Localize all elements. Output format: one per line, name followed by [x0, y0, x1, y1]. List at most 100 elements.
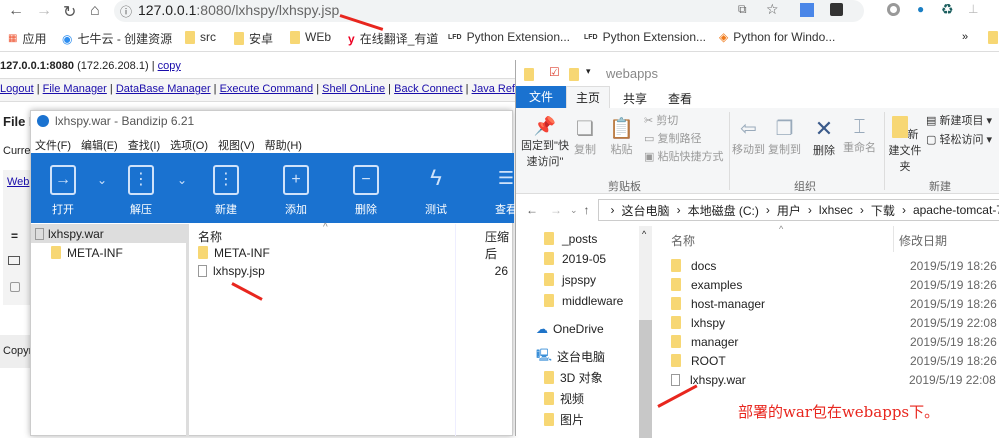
back-icon[interactable]: ←	[526, 203, 538, 217]
bookmark-web[interactable]: WEb	[290, 30, 331, 44]
archive-row[interactable]: META-INF	[198, 243, 508, 262]
file-row[interactable]: lxhspy.war 2019/5/19 22:08	[671, 370, 999, 389]
archive-row[interactable]: lxhspy.jsp 26	[198, 261, 508, 280]
crumb[interactable]: apache-tomcat-7	[913, 203, 999, 217]
new-folder-button[interactable]: 新建文件夹	[888, 116, 922, 174]
google-translate-icon[interactable]	[800, 3, 814, 17]
extension-x-icon[interactable]	[830, 3, 843, 16]
nav-item[interactable]: 图片	[544, 410, 584, 429]
menu-view[interactable]: 视图(V)	[218, 137, 255, 153]
nav-item[interactable]: 2019-05	[544, 249, 606, 268]
tab-home[interactable]: 主页	[566, 86, 610, 110]
crumb[interactable]: lxhsec	[819, 203, 853, 217]
file-row[interactable]: ROOT 2019/5/19 18:26	[671, 351, 999, 370]
move-to-button[interactable]: ⇦ 移动到	[732, 116, 765, 157]
translate-icon[interactable]: ⧉	[738, 2, 747, 17]
bookmark-python-ext-2[interactable]: LFD Python Extension...	[584, 30, 706, 44]
delete-button[interactable]: − 删除	[336, 153, 396, 223]
menu-options[interactable]: 选项(O)	[170, 137, 208, 153]
file-row[interactable]: examples 2019/5/19 18:26	[671, 275, 999, 294]
crumb[interactable]: 下载	[871, 202, 895, 219]
home-icon[interactable]: ⌂	[90, 2, 100, 20]
tab-share[interactable]: 共享	[623, 90, 647, 107]
bookmark-src[interactable]: src	[185, 30, 216, 44]
nav-item[interactable]: middleware	[544, 291, 623, 310]
quick-access-dropdown-icon[interactable]: ▾	[586, 66, 591, 77]
star-icon[interactable]: ☆	[766, 1, 779, 18]
add-button[interactable]: + 添加	[266, 153, 326, 223]
forward-icon[interactable]: →	[550, 203, 562, 217]
tree-item-root[interactable]: lxhspy.war	[31, 224, 186, 243]
column-name[interactable]: 名称	[671, 232, 695, 249]
execute-command-link[interactable]: Execute Command	[220, 83, 314, 95]
up-icon[interactable]: ↑	[584, 203, 590, 217]
menu-edit[interactable]: 编辑(E)	[81, 137, 118, 153]
menu-find[interactable]: 查找(I)	[128, 137, 160, 153]
back-connect-link[interactable]: Back Connect	[394, 83, 462, 95]
file-row[interactable]: lxhspy 2019/5/19 22:08	[671, 313, 999, 332]
row-checkbox[interactable]	[10, 282, 20, 292]
nav-item[interactable]: 视频	[544, 389, 584, 408]
reload-icon[interactable]: ↻	[63, 2, 76, 22]
copy-to-button[interactable]: ❐ 复制到	[768, 116, 801, 157]
paste-button[interactable]: 📋 粘贴	[609, 116, 634, 157]
webapps-link[interactable]: Web	[7, 176, 29, 188]
extension-tree-icon[interactable]: ⊥	[968, 2, 978, 16]
tree-item-meta-inf[interactable]: META-INF	[31, 243, 186, 262]
extension-bulb-icon[interactable]: ●	[917, 2, 924, 16]
nav-item[interactable]: _posts	[544, 229, 597, 248]
tab-view[interactable]: 查看	[668, 90, 692, 107]
nav-item[interactable]: jspspy	[544, 270, 596, 289]
bookmarks-more[interactable]: »	[962, 31, 968, 43]
recent-dropdown-icon[interactable]: ⌄	[570, 205, 578, 216]
file-row[interactable]: docs 2019/5/19 18:26	[671, 256, 999, 275]
crumb[interactable]: 本地磁盘 (C:)	[688, 202, 759, 219]
bookmark-python-windows[interactable]: ◈ Python for Windo...	[719, 30, 835, 44]
nav-item-onedrive[interactable]: ☁ OneDrive	[536, 319, 604, 338]
tab-file[interactable]: 文件	[516, 86, 566, 108]
chevron-down-icon[interactable]: ⌄	[177, 173, 187, 187]
new-folder-qa-icon[interactable]	[569, 68, 579, 81]
nav-item[interactable]: 3D 对象	[544, 368, 603, 387]
file-manager-link[interactable]: File Manager	[43, 83, 107, 95]
database-manager-link[interactable]: DataBase Manager	[116, 83, 211, 95]
crumb[interactable]: 用户	[777, 202, 801, 219]
pin-quick-access-button[interactable]: 📌 固定到"快速访问"	[520, 116, 570, 169]
new-item-button[interactable]: ▤ 新建项目 ▾	[926, 112, 992, 128]
shell-online-link[interactable]: Shell OnLine	[322, 83, 385, 95]
new-button[interactable]: ⋮ 新建	[196, 153, 256, 223]
delete-button[interactable]: ✕ 删除	[813, 116, 835, 158]
test-button[interactable]: ϟ 测试	[406, 153, 466, 223]
forward-icon[interactable]: →	[36, 2, 52, 20]
crumb[interactable]: 这台电脑	[622, 202, 670, 219]
select-all-icon[interactable]: =	[11, 229, 18, 243]
address-bar[interactable]: ⓘ 127.0.0.1:8080/lxhspy/lxhspy.jsp ⧉ ☆	[114, 0, 864, 22]
paste-shortcut-button[interactable]: ▣ 粘贴快捷方式	[644, 148, 723, 164]
cut-button[interactable]: ✂ 剪切	[644, 112, 678, 128]
file-row[interactable]: host-manager 2019/5/19 18:26	[671, 294, 999, 313]
extension-recycle-icon[interactable]: ♻	[941, 1, 954, 18]
bookmark-android[interactable]: 安卓	[234, 30, 273, 47]
properties-icon[interactable]: ☑	[549, 65, 560, 79]
extract-button[interactable]: ⋮ 解压	[111, 153, 171, 223]
file-row[interactable]: manager 2019/5/19 18:26	[671, 332, 999, 351]
easy-access-button[interactable]: ▢ 轻松访问 ▾	[926, 131, 992, 147]
scrollbar[interactable]: ^	[639, 226, 652, 438]
logout-link[interactable]: Logout	[0, 83, 34, 95]
rename-button[interactable]: ⌶ 重命名	[843, 116, 876, 155]
bookmark-youdao[interactable]: y 在线翻译_有道	[348, 30, 438, 47]
column-date[interactable]: 修改日期	[899, 232, 947, 249]
open-button[interactable]: → 打开	[33, 153, 93, 223]
nav-item-this-pc[interactable]: 🖳 这台电脑	[536, 347, 605, 366]
bookmark-python-ext-1[interactable]: LFD Python Extension...	[448, 30, 570, 44]
chevron-down-icon[interactable]: ⌄	[97, 173, 107, 187]
bookmark-apps[interactable]: ▦ 应用	[8, 30, 46, 47]
back-icon[interactable]: ←	[8, 2, 24, 20]
copy-path-button[interactable]: ▭ 复制路径	[644, 130, 701, 146]
copy-button[interactable]: ❏ 复制	[574, 116, 596, 157]
extension-circle-icon[interactable]	[887, 3, 900, 16]
breadcrumb[interactable]: › 这台电脑 › 本地磁盘 (C:) › 用户 › lxhsec › 下载 › apache…	[597, 199, 999, 221]
bookmark-qiniu[interactable]: ◉ 七牛云 - 创建资源	[62, 30, 172, 47]
menu-file[interactable]: 文件(F)	[35, 137, 71, 153]
copy-link[interactable]: copy	[158, 60, 181, 72]
